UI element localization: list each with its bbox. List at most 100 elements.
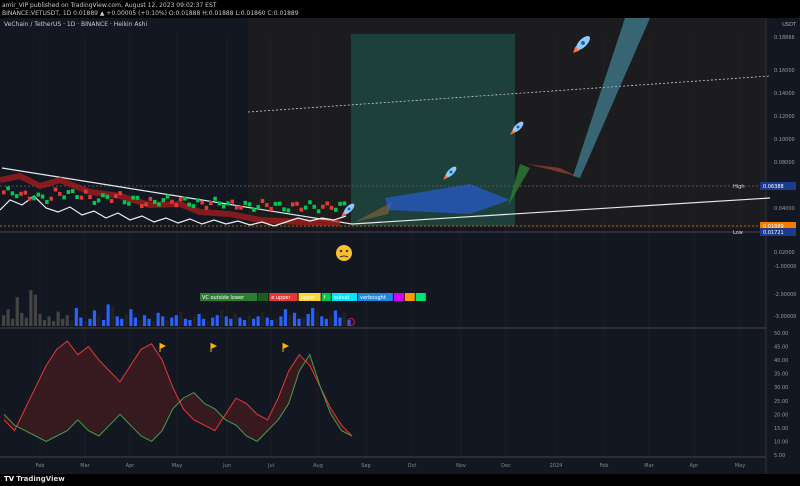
oscillator-tick-label: 30.00 [774,385,788,391]
volume-bar [79,317,83,326]
bear-candle [49,196,53,201]
legend-swatch [393,293,404,301]
volume-bar [238,317,242,326]
badge-label: High [733,184,745,190]
bear-candle [83,189,88,194]
oscillator-tick-label: 20.00 [774,412,788,418]
time-tick-label: Jul [267,463,274,469]
price-tick-label: 0.02000 [774,250,795,256]
bull-candle [161,198,166,203]
bull-candle [14,194,19,199]
volume-bar [147,318,151,326]
time-tick-label: May [735,463,745,469]
bull-candle [45,199,49,204]
volume-tick-label: -3.00000 [774,314,796,320]
bull-candle [196,198,200,203]
bull-candle [334,207,338,212]
volume-bar [70,320,74,326]
legend-swatch [258,293,269,301]
bull-candle [338,201,342,206]
bull-candle [191,204,196,209]
volume-bar [179,311,183,326]
bull-candle [165,194,170,199]
bull-candle [62,195,66,200]
volume-bar [29,290,33,326]
bear-candle [19,191,23,196]
bear-candle [58,191,62,196]
oscillator-tick-label: 10.00 [774,439,788,445]
bear-candle [148,196,153,201]
volume-bar [242,320,247,326]
bull-candle [32,196,36,201]
oscillator-tick-label: 40.00 [774,358,788,364]
price-tick-label: 0.14000 [774,91,795,97]
bull-candle [101,193,105,198]
bull-candle [96,198,101,203]
volume-bar [206,321,210,326]
volume-bar [233,312,237,326]
volume-bar [306,314,310,326]
bull-candle [105,194,110,199]
bear-candle [2,190,6,195]
bear-candle [79,195,84,200]
time-tick-label: Mar [80,463,90,469]
volume-bar [220,310,224,326]
time-tick-label: Dec [501,463,511,469]
volume-bar [152,321,156,326]
bull-candle [92,200,97,205]
bear-candle [88,195,92,200]
bear-candle [114,194,118,199]
volume-bar [274,318,278,326]
chart-canvas[interactable]: VeChain / TetherUS · 1D · BINANCE · Heik… [0,0,800,486]
legend-label: f [324,295,326,301]
badge-value: 0.01721 [763,230,784,236]
bear-candle [53,187,58,192]
bull-candle [247,202,252,207]
bear-candle [27,196,32,201]
volume-bar [161,316,165,326]
bull-candle [183,196,187,201]
time-tick-label: Apr [690,463,700,469]
bear-candle [299,207,304,212]
volume-bar [329,315,333,326]
volume-bar [156,312,160,326]
bull-candle [312,204,317,209]
volume-bar [115,316,119,326]
volume-bar [83,321,87,326]
volume-bar [270,320,274,326]
bear-candle [269,206,273,211]
currency-label: USDT [782,22,797,28]
volume-bar [11,318,15,326]
time-tick-label: Nov [456,463,466,469]
volume-bar [47,316,51,326]
volume-bar [33,294,37,326]
volume-bar [42,320,47,326]
time-tick-label: Jun [222,463,231,469]
time-tick-label: Mar [644,463,654,469]
oscillator-tick-label: 5.00 [774,453,785,459]
volume-bar [15,297,19,326]
volume-bar [338,317,342,326]
bull-candle [6,186,10,191]
thinking-emoji-icon [336,245,352,261]
bull-candle [221,204,226,209]
bull-candle [282,207,286,212]
volume-bar [252,318,256,326]
bear-candle [178,197,183,202]
bull-candle [135,195,140,200]
volume-bar [24,317,28,326]
bull-candle [122,200,127,205]
bull-candle [278,201,282,206]
bear-candle [325,201,329,206]
price-tick-label: 0.08000 [774,160,795,166]
chart-title: VeChain / TetherUS · 1D · BINANCE · Heik… [4,21,147,28]
bear-candle [140,204,144,209]
bear-candle [260,198,265,203]
price-tick-label: 0.18866 [774,35,795,41]
bull-candle [152,199,157,204]
volume-bar [56,311,60,326]
bear-candle [209,201,213,206]
volume-bar [74,308,78,326]
bull-candle [316,209,321,214]
oscillator-tick-label: 35.00 [774,372,788,378]
